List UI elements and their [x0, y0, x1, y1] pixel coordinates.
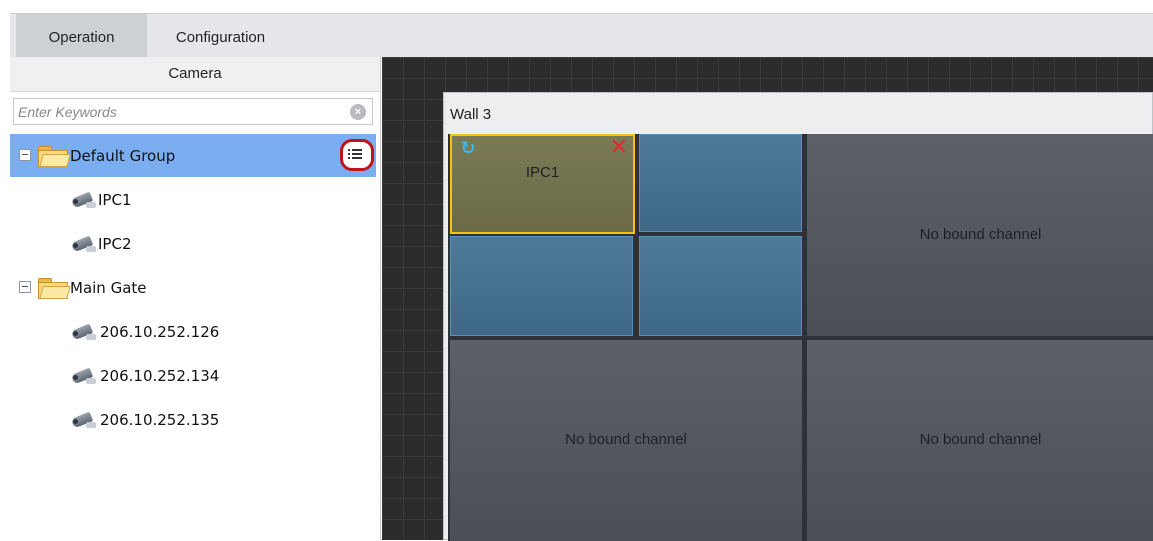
wall-screen-grid: ↻ ✕ IPC1 No bound channel No bound chann… — [448, 134, 1153, 541]
wall-title: Wall 3 — [450, 106, 492, 123]
search-box: × — [13, 98, 373, 125]
window-top-border — [0, 0, 1153, 10]
tree-node-label: Default Group — [70, 147, 176, 165]
tree-camera-206-10-252-134[interactable]: 206.10.252.134 — [10, 354, 376, 397]
tree-node-label: 206.10.252.126 — [100, 323, 220, 341]
tab-operation[interactable]: Operation — [16, 14, 147, 57]
tile-label: IPC1 — [525, 164, 560, 181]
tile-label: No bound channel — [919, 431, 1042, 448]
close-icon[interactable]: ✕ — [610, 136, 628, 158]
wall-canvas[interactable]: Wall 3 ↻ ✕ IPC1 No bound channel No boun… — [382, 57, 1153, 541]
tree-camera-ipc1[interactable]: IPC1 — [10, 178, 376, 221]
video-wall-window[interactable]: Wall 3 ↻ ✕ IPC1 No bound channel No boun… — [443, 92, 1153, 541]
sidebar-header: Camera — [10, 57, 380, 92]
camera-icon — [70, 322, 100, 342]
tree-group-default[interactable]: Default Group — [10, 134, 376, 177]
camera-icon — [70, 410, 100, 430]
tree-node-label: IPC1 — [98, 191, 132, 209]
folder-icon — [38, 146, 71, 167]
tree-node-label: IPC2 — [98, 235, 132, 253]
wall-tile-7[interactable]: No bound channel — [807, 340, 1153, 541]
tree-node-label: 206.10.252.134 — [100, 367, 220, 385]
wall-tile-6[interactable]: No bound channel — [450, 340, 802, 541]
search-input[interactable] — [18, 99, 338, 124]
camera-icon — [70, 234, 100, 254]
wall-tile-2[interactable] — [639, 134, 802, 232]
list-icon — [348, 146, 366, 164]
camera-sidebar: Camera × Default Group IPC1 — [10, 57, 381, 540]
wall-tile-5[interactable]: No bound channel — [807, 134, 1153, 336]
tab-configuration[interactable]: Configuration — [155, 14, 286, 57]
clear-icon[interactable]: × — [350, 104, 366, 120]
wall-tile-4[interactable] — [639, 236, 802, 336]
tree-camera-206-10-252-126[interactable]: 206.10.252.126 — [10, 310, 376, 353]
wall-tile-1[interactable]: ↻ ✕ IPC1 — [450, 134, 635, 234]
collapse-icon[interactable] — [19, 281, 31, 293]
tile-label: No bound channel — [565, 431, 687, 448]
list-menu-button[interactable] — [340, 139, 374, 171]
tree-camera-206-10-252-135[interactable]: 206.10.252.135 — [10, 398, 376, 441]
folder-icon — [38, 278, 71, 299]
tree-camera-ipc2[interactable]: IPC2 — [10, 222, 376, 265]
wall-tile-3[interactable] — [450, 236, 633, 336]
tree-group-main-gate[interactable]: Main Gate — [10, 266, 376, 309]
tile-label: No bound channel — [919, 226, 1042, 243]
camera-icon — [70, 190, 100, 210]
refresh-icon[interactable]: ↻ — [460, 139, 476, 157]
camera-icon — [70, 366, 100, 386]
top-tab-bar: Operation Configuration — [10, 13, 1153, 57]
collapse-icon[interactable] — [19, 149, 31, 161]
tree-node-label: Main Gate — [70, 279, 147, 297]
tree-node-label: 206.10.252.135 — [100, 411, 220, 429]
